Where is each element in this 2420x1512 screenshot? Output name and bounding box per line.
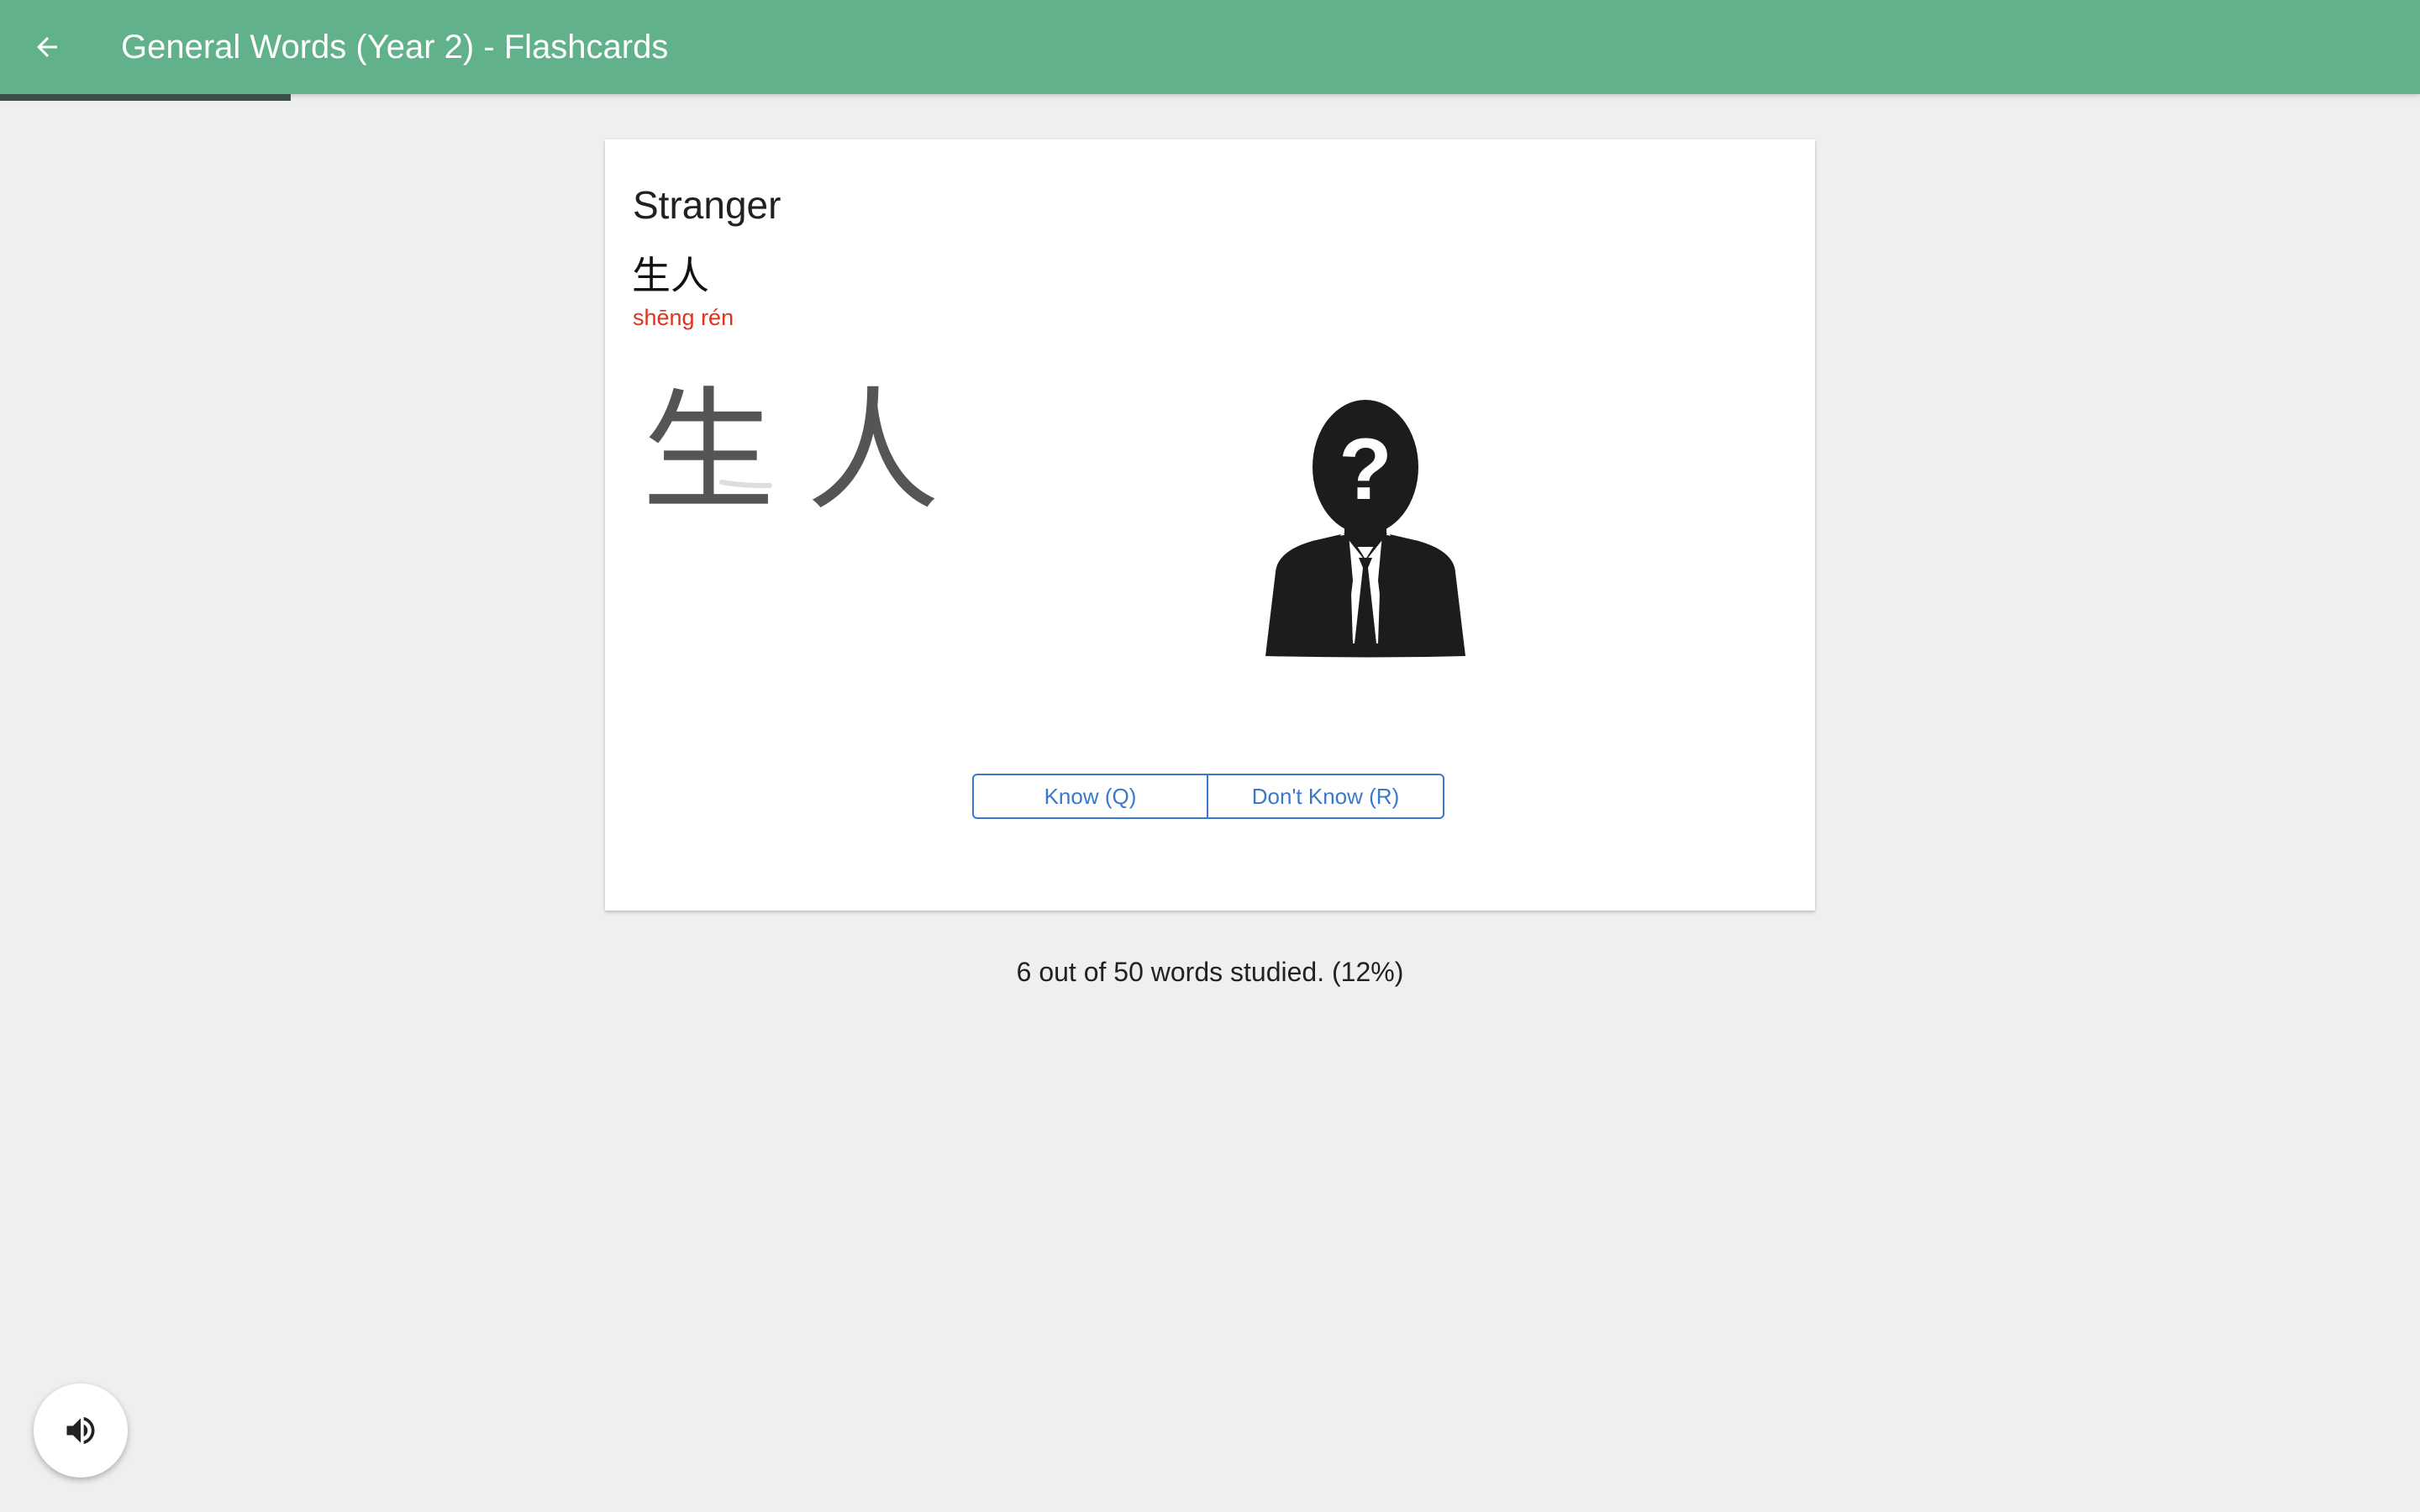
stroke-character-1: 生: [642, 375, 775, 524]
study-status: 6 out of 50 words studied. (12%): [1016, 957, 1404, 987]
answer-button-group: Know (Q) Don't Know (R): [972, 774, 1444, 819]
unknown-person-icon: ?: [1265, 400, 1465, 658]
study-progress-bar: [0, 94, 2420, 101]
study-progress-fill: [0, 94, 291, 101]
word-english: Stranger: [633, 183, 781, 227]
svg-text:?: ?: [1339, 421, 1392, 518]
app-bar: General Words (Year 2) - Flashcards: [0, 0, 2420, 94]
word-chinese: 生人: [632, 253, 709, 298]
speaker-icon: [66, 1416, 95, 1445]
page-title: General Words (Year 2) - Flashcards: [121, 29, 669, 66]
flashcard: Stranger 生人 shēng rén 生 人 ? Know (Q) Don…: [605, 139, 1815, 911]
back-button[interactable]: [18, 18, 76, 76]
stroke-order-animation: 生 人: [642, 375, 939, 524]
know-button[interactable]: Know (Q): [972, 774, 1208, 819]
dont-know-button[interactable]: Don't Know (R): [1208, 774, 1444, 819]
arrow-left-icon: [37, 37, 57, 57]
play-audio-button[interactable]: [34, 1383, 128, 1478]
stroke-character-2: 人: [807, 375, 939, 524]
word-pinyin: shēng rén: [633, 305, 734, 330]
